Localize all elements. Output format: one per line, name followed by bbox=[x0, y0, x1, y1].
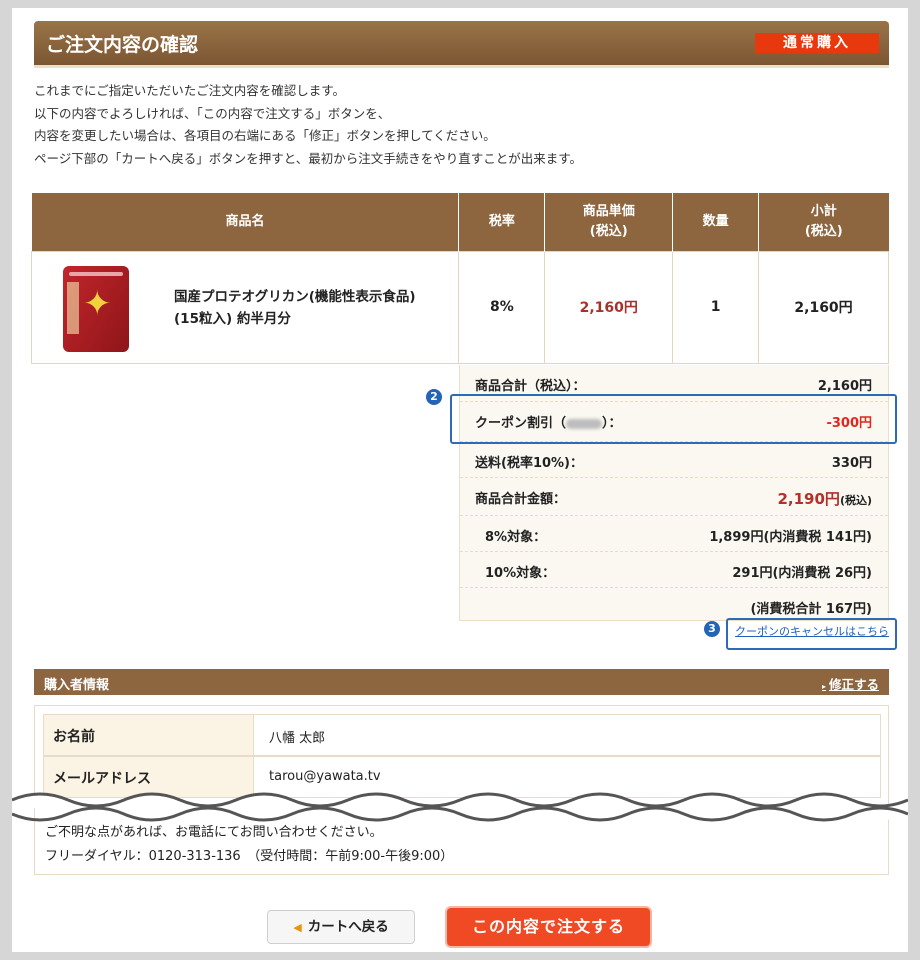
summary-grand-total: 商品合計金額： 2,190円(税込) bbox=[460, 477, 888, 515]
buyer-info-header: 購入者情報 ▸ 修正する bbox=[34, 669, 889, 695]
col-header-name: 商品名 bbox=[31, 193, 460, 251]
col-header-qty: 数量 bbox=[672, 193, 760, 251]
back-button-label: カートへ戻る bbox=[307, 919, 389, 935]
intro-text: これまでにご指定いただいたご注文内容を確認します。 以下の内容でよろしければ、「… bbox=[34, 80, 582, 170]
summary-label: 商品合計金額： bbox=[475, 492, 567, 507]
summary-label: 10%対象： bbox=[485, 566, 556, 581]
tax-rate-cell: 8% bbox=[458, 250, 546, 364]
summary-label: 商品合計（税込）： bbox=[475, 379, 586, 394]
summary-value: 330円 bbox=[831, 456, 872, 471]
col-header-subtotal: 小計 (税込) bbox=[758, 193, 889, 251]
chevron-right-icon: ▸ bbox=[821, 682, 826, 691]
summary-shipping: 送料(税率10%)： 330円 bbox=[460, 441, 888, 477]
coupon-highlight-box bbox=[450, 394, 897, 444]
qty-cell: 1 bbox=[672, 250, 760, 364]
intro-line: ページ下部の「カートへ戻る」ボタンを押すと、最初から注文手続きをやり直すことが出… bbox=[34, 150, 583, 166]
summary-label: 送料(税率10%)： bbox=[475, 456, 583, 471]
summary-tax10: 10%対象： 291円(内消費税 26円) bbox=[460, 551, 888, 587]
product-name-line1: 国産プロテオグリカン(機能性表示食品) bbox=[174, 288, 416, 305]
intro-line: 以下の内容でよろしければ、「この内容で注文する」ボタンを、 bbox=[34, 105, 391, 121]
purchase-type-badge: 通常購入 bbox=[755, 33, 879, 53]
buyer-name-value: 八幡 太郎 bbox=[269, 731, 326, 746]
summary-value: 1,899円(内消費税 141円) bbox=[709, 530, 872, 545]
buyer-name-label: お名前 bbox=[44, 715, 254, 755]
order-confirm-page: ご注文内容の確認 通常購入 これまでにご指定いただいたご注文内容を確認します。 … bbox=[12, 8, 908, 952]
summary-value: (消費税合計 167円) bbox=[750, 602, 872, 617]
page-title-bar: ご注文内容の確認 通常購入 bbox=[34, 21, 889, 65]
intro-line: これまでにご指定いただいたご注文内容を確認します。 bbox=[34, 83, 346, 98]
place-order-button[interactable]: この内容で注文する bbox=[445, 906, 652, 948]
col-header-unit-price-l2: (税込) bbox=[589, 223, 628, 239]
title-divider bbox=[34, 65, 889, 68]
cancel-coupon-link[interactable]: クーポンのキャンセルはこちら bbox=[728, 620, 896, 648]
annotation-marker-3-icon: 3 bbox=[704, 621, 720, 637]
summary-label: 8%対象： bbox=[485, 530, 547, 545]
buyer-edit-label: 修正する bbox=[828, 677, 879, 692]
contact-notice: ご不明な点があれば、お電話にてお問い合わせください。 フリーダイヤル：0120-… bbox=[45, 821, 453, 869]
product-name[interactable]: 国産プロテオグリカン(機能性表示食品) (15粒入) 約半月分 bbox=[174, 286, 416, 330]
notice-line: フリーダイヤル：0120-313-136 （受付時間：午前9:00-午後9:00… bbox=[45, 849, 454, 864]
buyer-edit-link[interactable]: ▸ 修正する bbox=[822, 674, 879, 693]
unit-price-cell: 2,160円 bbox=[544, 250, 674, 364]
col-header-tax: 税率 bbox=[458, 193, 546, 251]
summary-value: 291円(内消費税 26円) bbox=[732, 566, 872, 581]
table-header-row: 商品名 税率 商品単価 (税込) 数量 小計 (税込) bbox=[31, 193, 889, 251]
order-items-table: 商品名 税率 商品単価 (税込) 数量 小計 (税込) ✦ 国産プロテオグリカン(機… bbox=[30, 193, 889, 364]
chevron-left-icon: ◀ bbox=[293, 921, 302, 934]
grand-total-amount: 2,190円 bbox=[777, 490, 840, 508]
product-cell: ✦ 国産プロテオグリカン(機能性表示食品) (15粒入) 約半月分 bbox=[30, 250, 460, 364]
runner-figure-icon: ✦ bbox=[83, 283, 112, 324]
product-name-line2: (15粒入) 約半月分 bbox=[174, 310, 291, 327]
summary-tax8: 8%対象： 1,899円(内消費税 141円) bbox=[460, 515, 888, 551]
summary-value: 2,160円 bbox=[817, 379, 872, 394]
col-header-subtotal-l2: (税込) bbox=[804, 223, 843, 239]
package-tag-shape bbox=[69, 271, 123, 276]
col-header-subtotal-l1: 小計 bbox=[810, 203, 837, 219]
table-row: お名前 八幡 太郎 bbox=[43, 714, 881, 756]
page-title: ご注文内容の確認 bbox=[46, 34, 199, 56]
buyer-info-title: 購入者情報 bbox=[44, 678, 110, 693]
notice-line: ご不明な点があれば、お電話にてお問い合わせください。 bbox=[45, 825, 383, 840]
intro-line: 内容を変更したい場合は、各項目の右端にある「修正」ボタンを押してください。 bbox=[34, 128, 496, 143]
annotation-marker-2-icon: 2 bbox=[426, 389, 442, 405]
col-header-unit-price: 商品単価 (税込) bbox=[544, 193, 674, 251]
product-image[interactable]: ✦ bbox=[63, 265, 129, 352]
package-label-shape bbox=[67, 281, 79, 334]
subtotal-cell: 2,160円 bbox=[758, 250, 889, 364]
grand-total-value: 2,190円(税込) bbox=[777, 488, 872, 509]
back-to-cart-button[interactable]: ◀ カートへ戻る bbox=[267, 910, 415, 944]
buyer-email-value: tarou@yawata.tv bbox=[269, 769, 381, 784]
col-header-unit-price-l1: 商品単価 bbox=[582, 203, 635, 219]
grand-total-suffix: (税込) bbox=[839, 494, 872, 507]
table-row: ✦ 国産プロテオグリカン(機能性表示食品) (15粒入) 約半月分 8% 2,1… bbox=[30, 250, 889, 364]
